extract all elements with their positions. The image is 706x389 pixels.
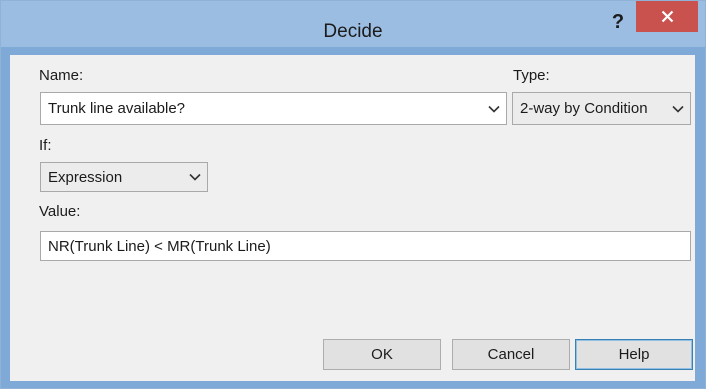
value-label: Value: bbox=[39, 203, 81, 220]
if-label: If: bbox=[39, 137, 52, 154]
name-value: Trunk line available? bbox=[48, 100, 186, 117]
dialog-body: Name: Trunk line available? Type: 2-way … bbox=[10, 55, 695, 381]
type-select[interactable]: 2-way by Condition bbox=[512, 92, 691, 125]
chevron-down-icon[interactable] bbox=[672, 93, 684, 124]
context-help-button[interactable]: ? bbox=[607, 9, 629, 35]
type-value: 2-way by Condition bbox=[520, 100, 648, 117]
help-button[interactable]: Help bbox=[575, 339, 693, 370]
window-title: Decide bbox=[323, 21, 383, 42]
decide-dialog: Decide ? Name: Trunk line available? Typ… bbox=[0, 0, 706, 389]
ok-button[interactable]: OK bbox=[323, 339, 441, 370]
if-select[interactable]: Expression bbox=[40, 162, 208, 192]
if-value: Expression bbox=[48, 168, 123, 186]
cancel-button[interactable]: Cancel bbox=[452, 339, 570, 370]
close-icon bbox=[661, 10, 673, 23]
close-button[interactable] bbox=[636, 1, 698, 32]
title-bar[interactable]: Decide ? bbox=[1, 1, 705, 47]
chevron-down-icon[interactable] bbox=[488, 93, 500, 124]
chevron-down-icon[interactable] bbox=[189, 163, 201, 191]
name-label: Name: bbox=[39, 67, 84, 84]
value-input[interactable]: NR(Trunk Line) < MR(Trunk Line) bbox=[40, 231, 691, 261]
name-combobox[interactable]: Trunk line available? bbox=[40, 92, 507, 125]
type-label: Type: bbox=[513, 67, 550, 84]
